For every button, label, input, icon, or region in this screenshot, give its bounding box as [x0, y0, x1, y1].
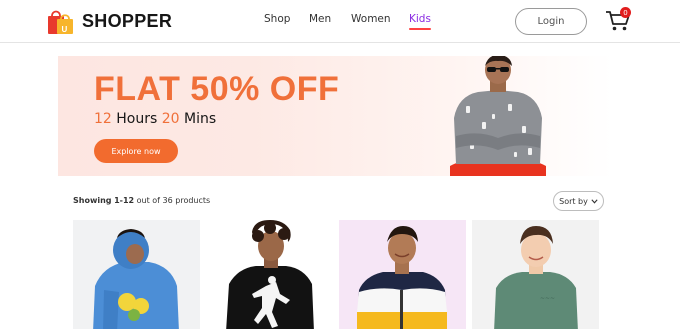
svg-text:~~~: ~~~ [540, 295, 555, 302]
countdown-hours-label: Hours [116, 111, 158, 127]
nav-item-men[interactable]: Men [309, 13, 331, 25]
countdown-mins-label: Mins [184, 111, 217, 127]
product-image-green-sweatshirt: ~~~ [472, 220, 599, 329]
product-image-blue-hoodie [73, 220, 200, 329]
cart-count-badge: 0 [620, 7, 631, 18]
chevron-down-icon [591, 198, 598, 204]
explore-now-button[interactable]: Explore now [94, 139, 178, 163]
top-navbar: U SHOPPER Shop Men Women Kids Login 0 [0, 0, 680, 43]
nav-item-kids[interactable]: Kids [409, 13, 431, 30]
sort-dropdown[interactable]: Sort by [553, 191, 604, 211]
results-suffix: out of 36 products [136, 196, 211, 205]
results-range: 1-12 [114, 196, 135, 205]
hero-model-image [450, 56, 546, 176]
nav-item-shop[interactable]: Shop [264, 13, 290, 25]
results-prefix: Showing [73, 196, 112, 205]
hero-banner: FLAT 50% OFF 12 Hours 20 Mins Explore no… [58, 56, 613, 176]
nav-item-women[interactable]: Women [351, 13, 391, 25]
product-image-puffer-jacket [339, 220, 466, 329]
product-card[interactable] [73, 220, 200, 329]
hero-countdown: 12 Hours 20 Mins [94, 111, 216, 127]
product-card[interactable]: ~~~ [472, 220, 599, 329]
countdown-mins: 20 [161, 111, 180, 127]
sort-label: Sort by [559, 196, 588, 206]
product-image-black-hoodie [206, 220, 333, 329]
hero-headline: FLAT 50% OFF [94, 70, 340, 108]
product-card[interactable] [206, 220, 333, 329]
countdown-hours: 12 [94, 111, 112, 127]
product-card[interactable] [339, 220, 466, 329]
results-count: Showing 1-12 out of 36 products [73, 196, 210, 205]
login-button[interactable]: Login [515, 8, 587, 35]
